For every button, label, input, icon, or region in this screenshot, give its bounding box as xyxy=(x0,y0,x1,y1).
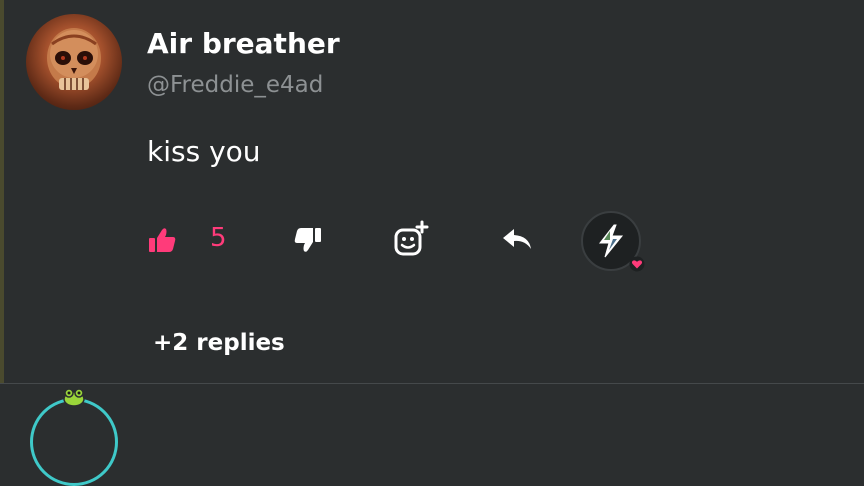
avatar[interactable] xyxy=(26,14,122,110)
author-display-name[interactable]: Air breather xyxy=(147,27,340,60)
next-comment-avatar[interactable] xyxy=(30,398,118,486)
like-count: 5 xyxy=(210,223,227,253)
reply-arrow-icon xyxy=(503,229,531,249)
comment-divider xyxy=(0,383,864,384)
view-replies-link[interactable]: +2 replies xyxy=(153,330,285,356)
add-reaction-icon xyxy=(394,220,429,256)
left-edge-strip xyxy=(0,0,4,384)
reply-button[interactable] xyxy=(500,224,534,256)
add-reaction-button[interactable] xyxy=(393,220,429,258)
like-button[interactable] xyxy=(146,224,178,256)
lightning-bolt-icon xyxy=(598,224,624,258)
skull-icon xyxy=(47,28,101,90)
heart-icon xyxy=(629,256,645,272)
thumbs-down-icon xyxy=(294,228,321,252)
dislike-button[interactable] xyxy=(292,224,324,256)
comment-text: kiss you xyxy=(147,135,261,168)
thumbs-up-icon xyxy=(149,228,176,252)
author-handle[interactable]: @Freddie_e4ad xyxy=(147,72,323,98)
frog-badge-icon xyxy=(62,387,86,407)
